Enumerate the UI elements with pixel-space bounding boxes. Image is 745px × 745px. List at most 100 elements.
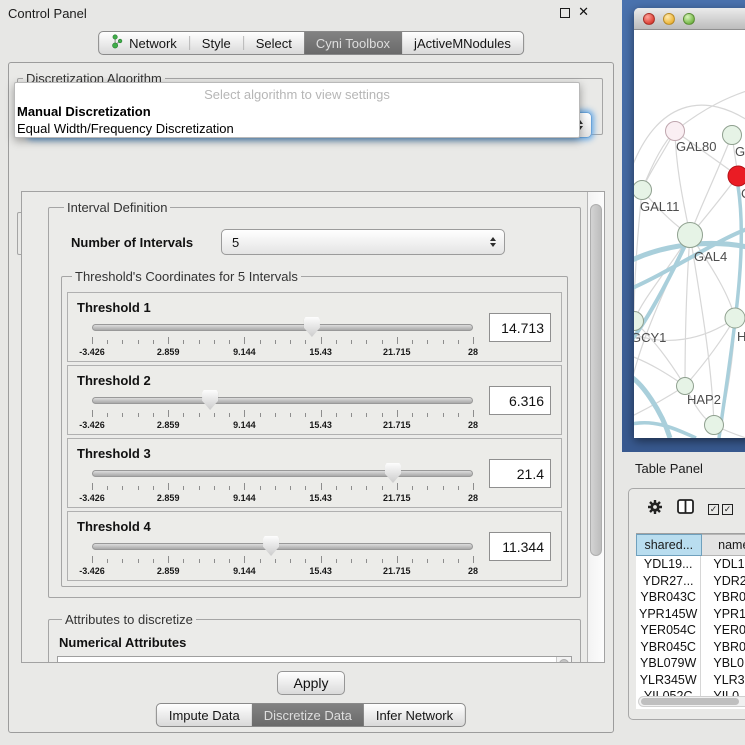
list-scrollbar[interactable] bbox=[556, 657, 571, 662]
checkbox-icon[interactable]: ✓ bbox=[708, 504, 719, 515]
column-header-name[interactable]: name bbox=[702, 534, 745, 556]
close-icon[interactable]: ✕ bbox=[578, 4, 589, 20]
threshold-slider[interactable]: -3.4262.8599.14415.4321.71528 bbox=[92, 394, 473, 430]
horizontal-scrollbar-thumb[interactable] bbox=[641, 698, 739, 705]
network-canvas[interactable]: GAL80 GAL11 GAL4 GCY1 HAP2 G C H bbox=[634, 30, 745, 438]
tab-infer-network[interactable]: Infer Network bbox=[364, 704, 465, 726]
cell-name[interactable]: YLR3 bbox=[700, 672, 745, 689]
gear-icon[interactable] bbox=[647, 499, 663, 520]
table-row[interactable]: YBL079WYBL0 bbox=[636, 655, 745, 672]
tick-mark bbox=[244, 410, 245, 417]
tick-mark bbox=[229, 559, 230, 563]
tick-mark bbox=[397, 410, 398, 417]
numerical-attributes-list[interactable]: SelfLoopsTopologicalCoefficientBetweenne… bbox=[57, 656, 572, 662]
threshold-label: Threshold 3 bbox=[77, 446, 151, 461]
slider-track[interactable] bbox=[92, 543, 473, 550]
slider-thumb[interactable] bbox=[263, 536, 279, 556]
slider-track[interactable] bbox=[92, 470, 473, 477]
tick-mark bbox=[168, 483, 169, 490]
cell-shared-name[interactable]: YDR27... bbox=[636, 574, 700, 588]
tab-select[interactable]: Select bbox=[244, 32, 304, 54]
network-node-gal80[interactable] bbox=[666, 122, 685, 141]
threshold-value-field[interactable]: 6.316 bbox=[489, 386, 551, 415]
minimize-traffic-light-icon[interactable] bbox=[663, 13, 675, 25]
table-row[interactable]: YBR043CYBR0 bbox=[636, 589, 745, 606]
cell-shared-name[interactable]: YBR043C bbox=[636, 590, 700, 604]
cell-name[interactable]: YDR2 bbox=[700, 573, 745, 590]
tick-mark bbox=[138, 340, 139, 344]
zoom-traffic-light-icon[interactable] bbox=[683, 13, 695, 25]
vertical-scrollbar-thumb[interactable] bbox=[590, 204, 602, 556]
network-node-gal4[interactable] bbox=[678, 223, 703, 248]
tab-impute-data[interactable]: Impute Data bbox=[157, 704, 252, 726]
network-window-titlebar[interactable] bbox=[634, 8, 745, 30]
table-row[interactable]: YBR045CYBR0 bbox=[636, 639, 745, 656]
threshold-value-field[interactable]: 21.4 bbox=[489, 459, 551, 488]
cell-name[interactable]: YBL0 bbox=[700, 655, 745, 672]
cell-shared-name[interactable]: YBL079W bbox=[636, 656, 700, 670]
control-panel-tabs: Network Style Select Cyni Toolbox jActiv… bbox=[98, 31, 524, 55]
list-scrollbar-thumb[interactable] bbox=[559, 659, 569, 662]
network-node-gal11[interactable] bbox=[634, 181, 652, 200]
tab-cyni-toolbox[interactable]: Cyni Toolbox bbox=[304, 32, 402, 54]
table-row[interactable]: YDL19...YDL1 bbox=[636, 556, 745, 573]
apply-button[interactable]: Apply bbox=[277, 671, 344, 695]
table-header-row: shared... name bbox=[636, 533, 745, 556]
tick-label: 15.43 bbox=[309, 493, 332, 503]
tick-label: 2.859 bbox=[157, 493, 180, 503]
network-node[interactable] bbox=[705, 416, 724, 435]
split-panel-icon[interactable] bbox=[677, 499, 694, 519]
threshold-slider[interactable]: -3.4262.8599.14415.4321.71528 bbox=[92, 540, 473, 576]
tab-network[interactable]: Network bbox=[99, 32, 189, 54]
slider-thumb[interactable] bbox=[202, 390, 218, 410]
tick-mark bbox=[305, 486, 306, 490]
settings-content: Interval Definition Number of Intervals … bbox=[22, 192, 587, 662]
cell-name[interactable]: YBR0 bbox=[700, 589, 745, 606]
tab-style[interactable]: Style bbox=[190, 32, 243, 54]
close-traffic-light-icon[interactable] bbox=[643, 13, 655, 25]
table-row[interactable]: YER054CYER0 bbox=[636, 622, 745, 639]
cell-name[interactable]: YER0 bbox=[700, 622, 745, 639]
network-node-selected[interactable] bbox=[728, 166, 745, 186]
network-node[interactable] bbox=[723, 126, 742, 145]
threshold-slider[interactable]: -3.4262.8599.14415.4321.71528 bbox=[92, 467, 473, 503]
tick-mark bbox=[351, 340, 352, 344]
network-node[interactable] bbox=[725, 308, 745, 328]
cell-shared-name[interactable]: YPR145W bbox=[636, 607, 700, 621]
tick-mark bbox=[260, 340, 261, 344]
vertical-scrollbar[interactable] bbox=[587, 192, 604, 662]
tick-mark bbox=[473, 556, 474, 563]
table-row[interactable]: YDR27...YDR2 bbox=[636, 573, 745, 590]
threshold-value-field[interactable]: 14.713 bbox=[489, 313, 551, 342]
cell-name[interactable]: YPR1 bbox=[700, 606, 745, 623]
dropdown-option-manual-discretization[interactable]: Manual Discretization bbox=[15, 103, 579, 120]
threshold-value-field[interactable]: 11.344 bbox=[489, 532, 551, 561]
tab-discretize-data[interactable]: Discretize Data bbox=[252, 704, 364, 726]
cell-name[interactable]: YDL1 bbox=[700, 556, 745, 573]
cell-name[interactable]: YBR0 bbox=[700, 639, 745, 656]
table-horizontal-scrollbar[interactable] bbox=[638, 696, 745, 707]
threshold-slider[interactable]: -3.4262.8599.14415.4321.71528 bbox=[92, 321, 473, 357]
tick-mark bbox=[351, 559, 352, 563]
attribute-item[interactable]: SelfLoops bbox=[58, 660, 571, 662]
slider-track[interactable] bbox=[92, 397, 473, 404]
slider-track[interactable] bbox=[92, 324, 473, 331]
tick-mark bbox=[427, 559, 428, 563]
cell-shared-name[interactable]: YLR345W bbox=[636, 673, 700, 687]
tab-jactivemnodules[interactable]: jActiveMNodules bbox=[402, 32, 523, 54]
table-row[interactable]: YLR345WYLR3 bbox=[636, 672, 745, 689]
table-row[interactable]: YPR145WYPR1 bbox=[636, 606, 745, 623]
cell-shared-name[interactable]: YBR045C bbox=[636, 640, 700, 654]
dropdown-option-equal-width-frequency[interactable]: Equal Width/Frequency Discretization bbox=[15, 120, 579, 137]
checkbox-icon[interactable]: ✓ bbox=[722, 504, 733, 515]
float-window-icon[interactable] bbox=[560, 8, 570, 18]
tick-label: 2.859 bbox=[157, 347, 180, 357]
slider-thumb[interactable] bbox=[385, 463, 401, 483]
cell-shared-name[interactable]: YDL19... bbox=[636, 557, 700, 571]
slider-thumb[interactable] bbox=[304, 317, 320, 337]
cell-shared-name[interactable]: YER054C bbox=[636, 623, 700, 637]
column-header-shared-name[interactable]: shared... bbox=[636, 534, 702, 556]
tab-discretize-data-label: Discretize Data bbox=[264, 708, 352, 723]
tick-mark bbox=[275, 413, 276, 417]
intervals-combobox[interactable]: 5 bbox=[221, 229, 505, 255]
